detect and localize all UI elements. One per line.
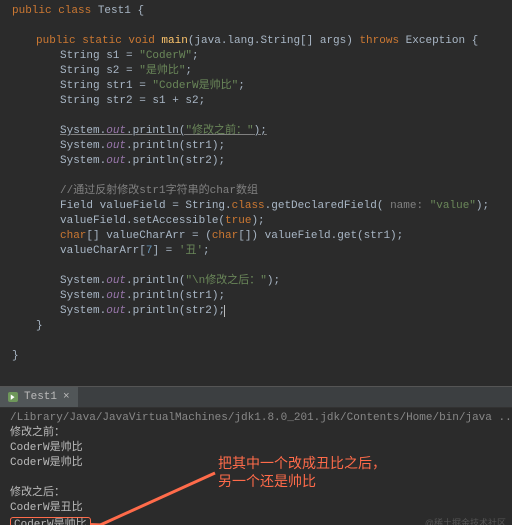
arrow-annotation	[90, 468, 220, 525]
code: String s2 =	[60, 65, 139, 77]
kw: class	[232, 200, 265, 212]
class-name: Test1	[98, 5, 131, 17]
close-icon[interactable]: ×	[63, 391, 70, 403]
out: out	[106, 305, 126, 317]
kw: true	[225, 215, 251, 227]
code: Field valueField = String.	[60, 200, 232, 212]
semi: ;	[203, 245, 210, 257]
close: );	[251, 215, 264, 227]
out: out	[106, 290, 126, 302]
sys: System.	[60, 290, 106, 302]
close: );	[267, 275, 280, 287]
blank-line	[12, 19, 512, 34]
string: "CoderW是帅比"	[152, 80, 238, 92]
out: out	[106, 140, 126, 152]
run-tab-bar: Test1 ×	[0, 387, 512, 408]
run-icon	[8, 392, 18, 402]
code-editor[interactable]: public class Test1 { public static void …	[0, 0, 512, 387]
sys: System.	[60, 125, 106, 137]
code: String s1 =	[60, 50, 139, 62]
console-line: 修改之前：	[10, 426, 504, 441]
blank-line	[12, 259, 512, 274]
method-main: main	[161, 35, 187, 47]
code: String str1 =	[60, 80, 152, 92]
string: "是帅比"	[139, 65, 185, 77]
char: '丑'	[179, 245, 203, 257]
cursor	[224, 305, 225, 317]
call: .println(	[126, 275, 185, 287]
code: String str2 = s1 + s2;	[60, 95, 205, 107]
call: .println(	[126, 125, 185, 137]
kw: char	[212, 230, 238, 242]
code: []) valueField.get(str1);	[238, 230, 403, 242]
out: out	[106, 155, 126, 167]
blank-line	[12, 169, 512, 184]
semi: ;	[238, 80, 245, 92]
brace: }	[12, 350, 19, 362]
sys: System.	[60, 275, 106, 287]
blank-line	[12, 334, 512, 349]
call: .getDeclaredField(	[265, 200, 384, 212]
console-line: CoderW是丑比	[10, 501, 504, 516]
blank-line	[12, 109, 512, 124]
kw: public class	[12, 5, 98, 17]
string: "修改之前："	[185, 125, 253, 137]
args: (java.lang.String[] args)	[188, 35, 353, 47]
kw: public static void	[36, 35, 161, 47]
call: .println(str1);	[126, 290, 225, 302]
call: .println(str2);	[126, 155, 225, 167]
highlighted-output: CoderW是帅比	[10, 517, 91, 525]
code: [] valueCharArr = (	[86, 230, 211, 242]
console-command: /Library/Java/JavaVirtualMachines/jdk1.8…	[10, 411, 504, 426]
kw: throws	[353, 35, 406, 47]
string: "\n修改之后："	[185, 275, 266, 287]
run-tab[interactable]: Test1 ×	[0, 387, 78, 407]
code: ] =	[152, 245, 178, 257]
semi: ;	[192, 50, 199, 62]
close: );	[476, 200, 489, 212]
call: .println(str2);	[126, 305, 225, 317]
comment: //通过反射修改str1字符串的char数组	[60, 185, 258, 197]
code: valueField.setAccessible(	[60, 215, 225, 227]
annotation-line2: 另一个还是帅比	[218, 472, 386, 490]
code: valueCharArr[	[60, 245, 146, 257]
kw: char	[60, 230, 86, 242]
tab-label: Test1	[24, 391, 57, 403]
watermark: @稀土掘金技术社区	[425, 516, 506, 525]
string: "value"	[430, 200, 476, 212]
brace: }	[36, 320, 43, 332]
semi: ;	[185, 65, 192, 77]
brace: {	[131, 5, 144, 17]
close: );	[254, 125, 267, 137]
annotation-line1: 把其中一个改成丑比之后，	[218, 454, 386, 472]
string: "CoderW"	[139, 50, 192, 62]
call: .println(str1);	[126, 140, 225, 152]
out: out	[106, 125, 126, 137]
sys: System.	[60, 305, 106, 317]
exc: Exception {	[406, 35, 479, 47]
console-output[interactable]: /Library/Java/JavaVirtualMachines/jdk1.8…	[0, 408, 512, 525]
sys: System.	[60, 155, 106, 167]
hint: name:	[383, 200, 429, 212]
sys: System.	[60, 140, 106, 152]
annotation-text: 把其中一个改成丑比之后， 另一个还是帅比	[218, 454, 386, 490]
out: out	[106, 275, 126, 287]
